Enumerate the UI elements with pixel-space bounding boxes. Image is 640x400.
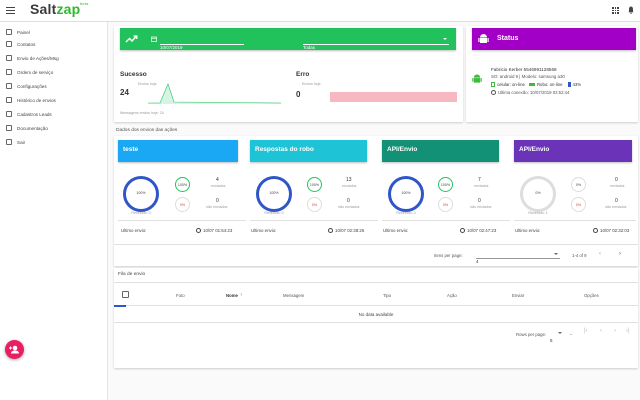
sends-note: Mensagens envios hoje: 24 bbox=[120, 111, 164, 115]
clock-icon bbox=[491, 90, 496, 95]
menu-icon[interactable] bbox=[6, 7, 15, 14]
dashboard-icon bbox=[6, 29, 12, 35]
queue-title: Fila de envio bbox=[118, 272, 146, 277]
robot-icon bbox=[528, 83, 535, 86]
android-icon bbox=[478, 34, 489, 43]
status-header: Status bbox=[472, 28, 636, 50]
main-content: 10/07/2019 Todas Sucesso Envios hoje 24 … bbox=[108, 22, 640, 400]
clock-icon bbox=[593, 228, 598, 233]
sidebar-item-painel[interactable]: Painel bbox=[0, 26, 108, 38]
logout-icon bbox=[6, 139, 12, 145]
sidebar-item-contatos[interactable]: Contatos bbox=[0, 38, 108, 50]
last-page-icon[interactable]: ›| bbox=[626, 328, 630, 334]
docs-icon bbox=[6, 125, 12, 131]
action-card-header[interactable]: Respostas do robo bbox=[250, 140, 367, 162]
apps-grid-icon[interactable] bbox=[612, 7, 619, 14]
battery-icon bbox=[567, 82, 571, 87]
chevron-down-icon bbox=[554, 253, 558, 255]
contacts-icon bbox=[6, 41, 12, 47]
bell-icon[interactable] bbox=[628, 6, 634, 14]
sidebar-item-ordem[interactable]: Ordem de serviço bbox=[0, 66, 108, 78]
android-device-icon bbox=[472, 74, 482, 83]
action-card-header[interactable]: API/Envio bbox=[514, 140, 632, 162]
prev-page-icon[interactable]: ‹ bbox=[600, 328, 602, 334]
clock-icon bbox=[460, 228, 465, 233]
top-app-bar: Saltzap beta bbox=[0, 0, 640, 22]
queue-card bbox=[114, 268, 638, 368]
error-sparkline bbox=[330, 92, 457, 102]
action-select[interactable]: Todas bbox=[303, 36, 449, 50]
clock-icon bbox=[196, 228, 201, 233]
phone-icon bbox=[491, 82, 495, 87]
add-user-icon bbox=[9, 345, 19, 354]
device-info: SO: android 9 | Modelo: samsung a30 bbox=[491, 74, 565, 79]
date-input[interactable]: 10/07/2019 bbox=[160, 36, 244, 50]
connection-row: celular: on-line Robo: on-line 43% bbox=[491, 82, 581, 87]
rows-per-page-select[interactable]: 5 bbox=[550, 329, 562, 343]
filter-bar: 10/07/2019 Todas bbox=[120, 28, 456, 50]
success-sparkline bbox=[148, 83, 281, 104]
sidebar-item-historico[interactable]: Histórico de envios bbox=[0, 94, 108, 106]
sidebar: Painel Contatos Envio de Ações/Msg Ordem… bbox=[0, 22, 108, 400]
next-page-icon[interactable]: › bbox=[614, 328, 616, 334]
sidebar-item-envio[interactable]: Envio de Ações/Msg bbox=[0, 52, 108, 64]
sidebar-item-sair[interactable]: Sair bbox=[0, 136, 108, 148]
sidebar-item-documentacao[interactable]: Documentação bbox=[0, 122, 108, 134]
column-header-nome[interactable]: Nome bbox=[226, 293, 238, 298]
sidebar-item-leads[interactable]: Cadastros Leads bbox=[0, 108, 108, 120]
success-value: 24 bbox=[120, 88, 129, 97]
settings-icon bbox=[6, 83, 12, 89]
empty-table-message: No data available bbox=[358, 312, 394, 317]
last-connection-row: Ultima conexão: 10/07/2019 02:52:44 bbox=[491, 90, 569, 95]
prev-page-icon[interactable]: ‹ bbox=[599, 251, 601, 257]
success-label: Sucesso bbox=[120, 71, 147, 78]
section-title: Dados dos envios das ações bbox=[116, 128, 178, 133]
send-icon bbox=[6, 55, 12, 61]
leads-icon bbox=[6, 111, 12, 117]
trending-up-icon bbox=[125, 35, 138, 43]
chevron-down-icon bbox=[558, 332, 562, 334]
clock-icon bbox=[328, 228, 333, 233]
chevron-down-icon bbox=[443, 38, 447, 40]
app-logo: Saltzap beta bbox=[30, 1, 89, 17]
error-label: Erro bbox=[296, 71, 310, 78]
clipboard-icon bbox=[6, 69, 12, 75]
next-page-icon[interactable]: › bbox=[619, 251, 621, 257]
table-progress-bar bbox=[114, 305, 126, 307]
add-user-button[interactable] bbox=[5, 340, 24, 359]
sidebar-item-configuracoes[interactable]: Configurações bbox=[0, 80, 108, 92]
actions-paginator: Itens per page: 4 1-4 of 9 ‹ › bbox=[114, 244, 638, 266]
error-value: 0 bbox=[296, 90, 301, 99]
select-all-checkbox[interactable] bbox=[122, 291, 129, 298]
device-name: Fabricio Kerber 5546991128568 bbox=[491, 67, 557, 72]
action-card-header[interactable]: API/Envio bbox=[382, 140, 499, 162]
sort-arrow-icon[interactable]: ↑ bbox=[240, 292, 242, 297]
error-sub: Envios hoje bbox=[302, 82, 321, 86]
items-per-page-select[interactable]: 4 bbox=[476, 250, 560, 264]
calendar-icon bbox=[151, 36, 157, 42]
first-page-icon[interactable]: |‹ bbox=[584, 328, 588, 334]
history-icon bbox=[6, 97, 12, 103]
action-card-header[interactable]: teste bbox=[118, 140, 238, 162]
